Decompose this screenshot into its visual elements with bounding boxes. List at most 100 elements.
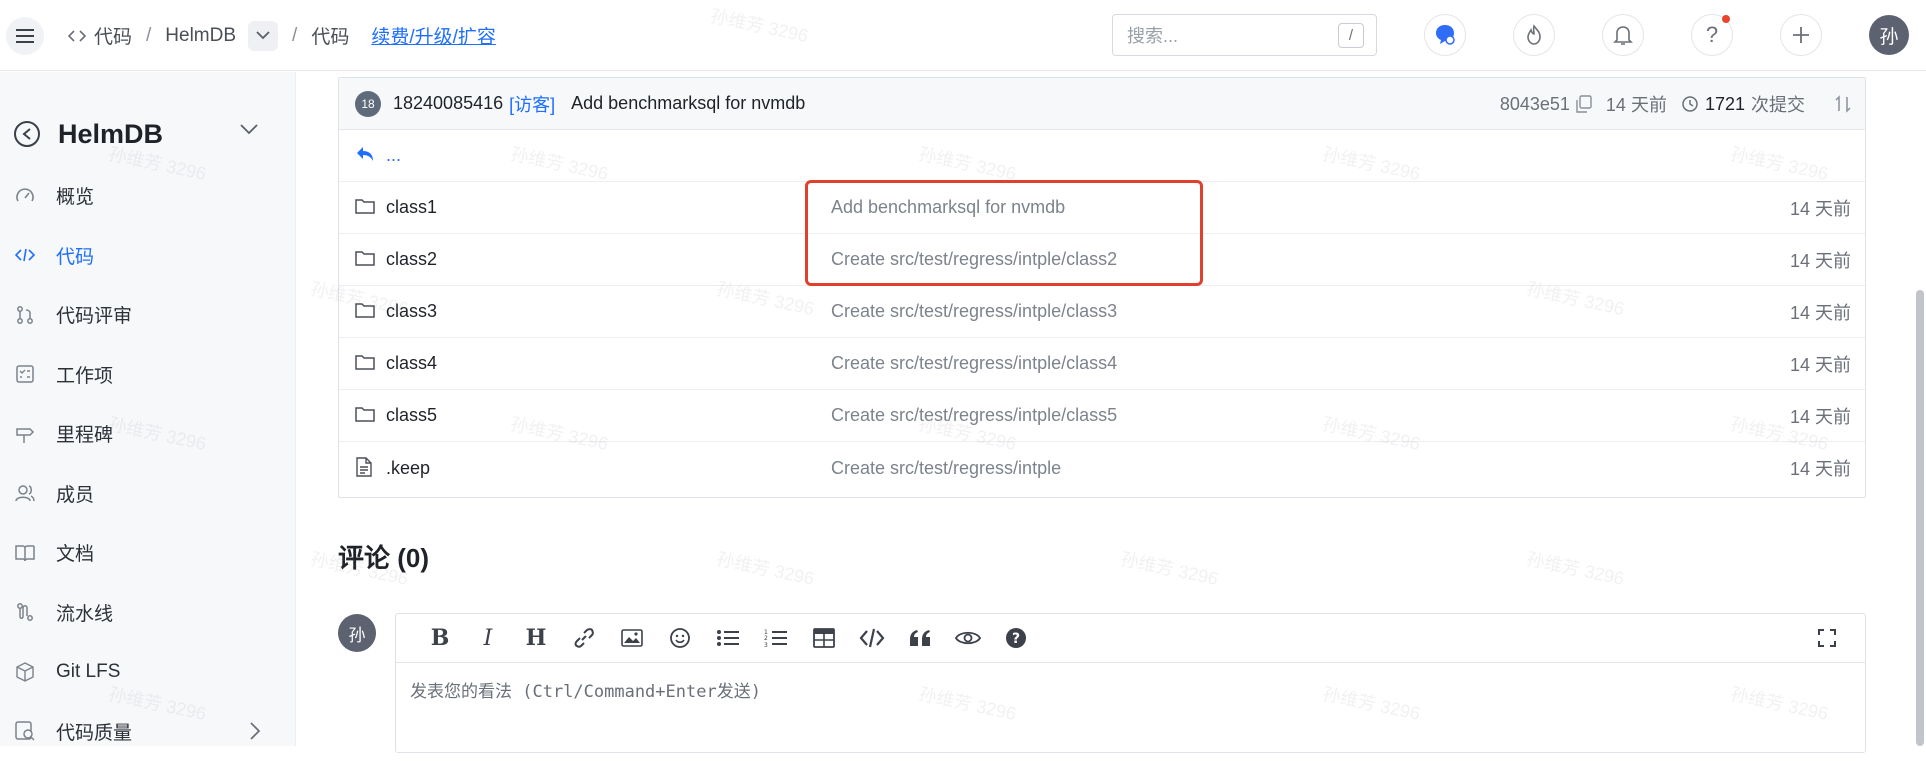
file-name[interactable]: class4 [386, 353, 437, 374]
folder-icon [355, 301, 375, 319]
link-button[interactable] [560, 620, 608, 656]
sidebar-item-code-review[interactable]: 代码评审 [0, 285, 296, 345]
notifications-button[interactable] [1602, 14, 1644, 56]
sidebar-item-code[interactable]: 代码 [0, 226, 296, 286]
file-commit-message[interactable]: Add benchmarksql for nvmdb [831, 197, 1065, 218]
preview-button[interactable] [944, 620, 992, 656]
file-name[interactable]: class5 [386, 405, 437, 426]
emoji-button[interactable] [656, 620, 704, 656]
bullet-list-button[interactable] [704, 620, 752, 656]
file-name[interactable]: class2 [386, 249, 437, 270]
commit-author-avatar[interactable]: 18 [355, 91, 381, 117]
file-name[interactable]: class1 [386, 197, 437, 218]
sidebar-item-pipelines[interactable]: 流水线 [0, 583, 296, 643]
expand-chevron[interactable] [250, 722, 260, 740]
user-avatar[interactable]: 孙 [1869, 15, 1909, 55]
fullscreen-button[interactable] [1803, 620, 1851, 656]
breadcrumb-repo[interactable]: HelmDB [165, 25, 236, 47]
copy-icon[interactable] [1576, 95, 1592, 113]
page-scrollbar[interactable] [1916, 290, 1924, 746]
hamburger-menu-button[interactable] [6, 17, 44, 55]
file-name[interactable]: .keep [386, 458, 430, 479]
table-row[interactable]: class1 Add benchmarksql for nvmdb 14 天前 [339, 182, 1865, 234]
repo-name: HelmDB [58, 119, 163, 150]
sidebar-item-members[interactable]: 成员 [0, 464, 296, 524]
folder-icon [355, 249, 375, 267]
repo-menu-toggle[interactable] [240, 124, 258, 135]
sidebar-item-work-items[interactable]: 工作项 [0, 345, 296, 405]
community-button[interactable] [1513, 14, 1555, 56]
table-row[interactable]: class4 Create src/test/regress/intple/cl… [339, 338, 1865, 390]
table-row[interactable]: class3 Create src/test/regress/intple/cl… [339, 286, 1865, 338]
search-shortcut-badge: / [1338, 23, 1364, 48]
members-icon [14, 482, 36, 504]
watermark: 孙维芳 3296 [714, 545, 816, 591]
back-button[interactable] [14, 121, 40, 147]
cube-icon [14, 661, 36, 683]
commit-message[interactable]: Add benchmarksql for nvmdb [571, 93, 805, 114]
quote-button[interactable] [896, 620, 944, 656]
commit-count-label[interactable]: 次提交 [1751, 91, 1805, 117]
breadcrumb-code[interactable]: 代码 [94, 22, 132, 49]
parent-directory-link[interactable]: ... [386, 145, 401, 166]
editor-toolbar: B I H 123 ? [396, 614, 1865, 663]
sort-icon[interactable] [1835, 95, 1851, 113]
sidebar-item-milestones[interactable]: 里程碑 [0, 404, 296, 464]
code-button[interactable] [848, 620, 896, 656]
file-time: 14 天前 [1790, 351, 1851, 377]
file-commit-message[interactable]: Create src/test/regress/intple/class3 [831, 301, 1117, 322]
comments-title: 评论 (0) [338, 538, 429, 575]
repo-switch-dropdown[interactable] [248, 21, 278, 51]
sidebar-item-label: 概览 [56, 182, 94, 209]
renew-upgrade-link[interactable]: 续费/升级/扩容 [371, 22, 496, 49]
sidebar-item-label: 成员 [56, 480, 94, 507]
create-button[interactable] [1780, 14, 1822, 56]
emoji-icon [669, 627, 691, 649]
sidebar-item-overview[interactable]: 概览 [0, 166, 296, 226]
help-button[interactable]: ? [1691, 14, 1733, 56]
commit-author[interactable]: 18240085416 [393, 93, 503, 114]
reply-back-icon [355, 145, 375, 163]
commit-count[interactable]: 1721 [1705, 94, 1745, 115]
sidebar-item-code-quality[interactable]: 代码质量 [0, 702, 296, 761]
sidebar-item-label: 里程碑 [56, 420, 113, 447]
file-commit-message[interactable]: Create src/test/regress/intple/class5 [831, 405, 1117, 426]
bullet-list-icon [716, 628, 740, 648]
markdown-help-button[interactable]: ? [992, 620, 1040, 656]
table-row[interactable]: class5 Create src/test/regress/intple/cl… [339, 390, 1865, 442]
ai-assistant-button[interactable] [1424, 14, 1466, 56]
table-button[interactable] [800, 620, 848, 656]
hamburger-icon [16, 28, 34, 44]
table-row[interactable]: class2 Create src/test/regress/intple/cl… [339, 234, 1865, 286]
file-commit-message[interactable]: Create src/test/regress/intple/class4 [831, 353, 1117, 374]
task-list-icon [14, 363, 36, 385]
heading-button[interactable]: H [512, 620, 560, 656]
folder-icon [355, 353, 375, 371]
flame-icon [1523, 24, 1545, 46]
breadcrumb-separator: / [292, 25, 297, 47]
sidebar-item-docs[interactable]: 文档 [0, 523, 296, 583]
file-commit-message[interactable]: Create src/test/regress/intple/class2 [831, 249, 1117, 270]
numbered-list-button[interactable]: 123 [752, 620, 800, 656]
code-icon [859, 628, 885, 648]
file-commit-message[interactable]: Create src/test/regress/intple [831, 458, 1061, 479]
file-time: 14 天前 [1790, 195, 1851, 221]
comment-textarea[interactable]: 发表您的看法 (Ctrl/Command+Enter发送) [410, 677, 761, 702]
breadcrumb-current: 代码 [311, 22, 349, 49]
search-placeholder: 搜索... [1127, 22, 1178, 48]
search-input[interactable]: 搜索... / [1112, 14, 1377, 56]
eye-icon [955, 629, 981, 647]
file-name[interactable]: class3 [386, 301, 437, 322]
sidebar-item-git-lfs[interactable]: Git LFS [0, 642, 296, 702]
pull-request-icon [14, 304, 36, 326]
sidebar-item-label: 文档 [56, 539, 94, 566]
fullscreen-icon [1817, 628, 1837, 648]
chevron-right-icon [250, 722, 260, 740]
commit-sha[interactable]: 8043e51 [1500, 94, 1570, 115]
image-button[interactable] [608, 620, 656, 656]
parent-directory-row[interactable]: ... [339, 130, 1865, 182]
italic-button[interactable]: I [464, 620, 512, 656]
table-row[interactable]: .keep Create src/test/regress/intple 14 … [339, 442, 1865, 494]
bold-button[interactable]: B [416, 620, 464, 656]
book-icon [14, 542, 36, 564]
